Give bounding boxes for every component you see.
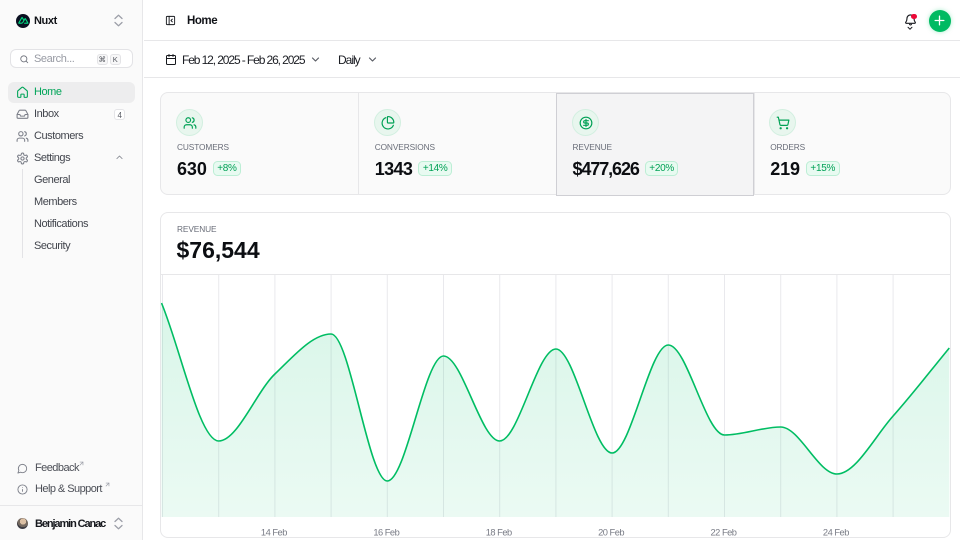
svg-text:20 Feb: 20 Feb (598, 528, 624, 538)
svg-text:18 Feb: 18 Feb (486, 528, 512, 538)
svg-text:16 Feb: 16 Feb (373, 528, 399, 538)
svg-text:24 Feb: 24 Feb (823, 528, 849, 538)
svg-text:22 Feb: 22 Feb (711, 528, 737, 538)
svg-text:14 Feb: 14 Feb (261, 528, 287, 538)
